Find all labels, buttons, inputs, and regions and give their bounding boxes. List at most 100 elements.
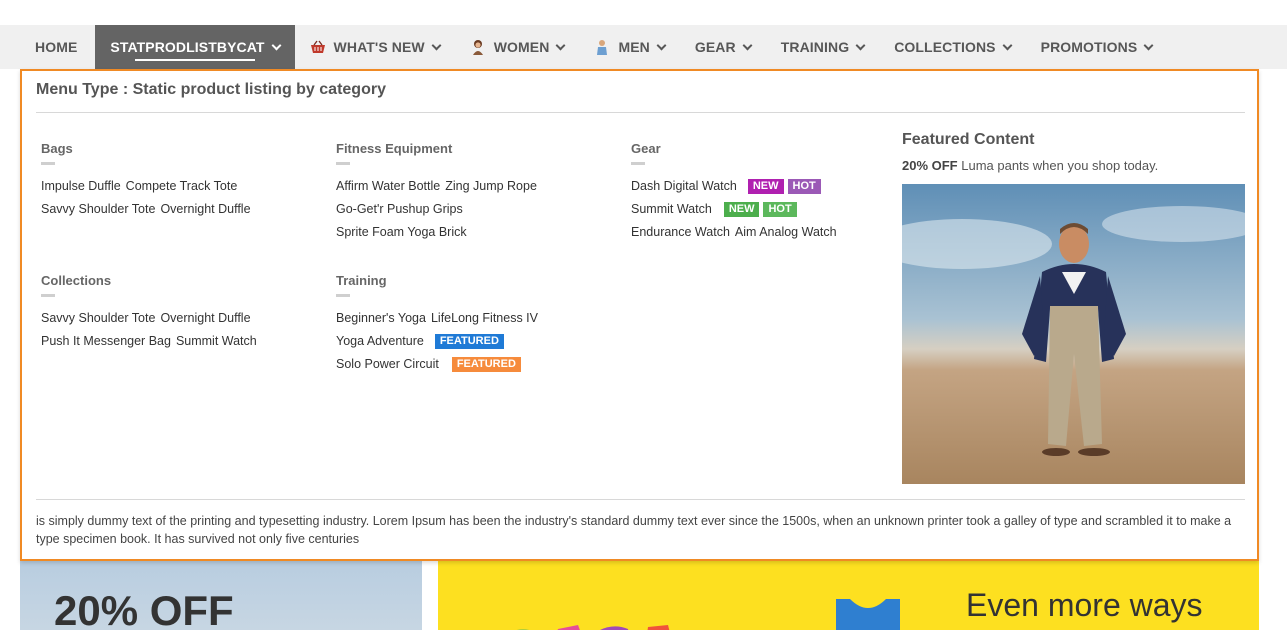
man-icon [597,40,608,55]
menu-footer-text: is simply dummy text of the printing and… [36,514,1232,546]
nav-men-label: MEN [618,39,650,55]
nav-home[interactable]: HOME [0,25,95,69]
product-link[interactable]: Go-Get'r Pushup Grips [336,202,463,217]
product-link[interactable]: Endurance Watch [631,225,730,240]
category-title-bar [336,162,350,165]
featured-image[interactable] [902,184,1245,484]
promo-banner-left[interactable]: 20% OFF [20,561,422,630]
chevron-down-icon [742,40,753,50]
product-link[interactable]: Overnight Duffle [160,311,250,326]
product-link[interactable]: Zing Jump Rope [445,179,537,194]
nav-gear-label: GEAR [694,39,736,55]
blue-tank-icon [836,599,900,630]
product-row: Savvy Shoulder Tote Overnight Duffle [41,202,256,225]
category-title[interactable]: Bags [41,141,256,156]
nav-women-label: WOMEN [493,39,550,55]
category-collections: Collections Savvy Shoulder Tote Overnigh… [41,273,262,357]
product-link[interactable]: Impulse Duffle [41,179,121,194]
category-fitness-equipment: Fitness Equipment Affirm Water Bottle Zi… [336,141,542,248]
product-row: Yoga Adventure FEATURED [336,334,543,357]
product-link[interactable]: Summit Watch [176,334,257,349]
tank-tops-illustration [516,625,670,630]
featured-description: Luma pants when you shop today. [957,158,1159,173]
chevron-down-icon [1002,40,1013,50]
featured-title: Featured Content [902,131,1035,148]
product-link[interactable]: Savvy Shoulder Tote [41,311,155,326]
nav-women[interactable]: WOMEN [455,25,580,69]
product-link[interactable]: Push It Messenger Bag [41,334,171,349]
nav-statprodlistbycat[interactable]: STATPRODLISTBYCAT [95,25,295,69]
product-row: Dash Digital Watch NEW HOT [631,179,842,202]
nav-collections-label: COLLECTIONS [894,39,996,55]
nav-training[interactable]: TRAINING [766,25,879,69]
promo-banner-left-text: 20% OFF [54,587,234,630]
product-link[interactable]: Beginner's Yoga [336,311,426,326]
basket-icon [310,40,325,53]
badge-hot: HOT [787,179,821,194]
product-link[interactable]: Overnight Duffle [160,202,250,217]
man-on-beach-photo [902,184,1245,484]
product-row: Go-Get'r Pushup Grips [336,202,542,225]
badge-new: NEW [723,202,760,217]
nav-training-label: TRAINING [780,39,850,55]
category-bags: Bags Impulse Duffle Compete Track Tote S… [41,141,256,225]
divider [36,499,1245,500]
nav-collections[interactable]: COLLECTIONS [879,25,1025,69]
promo-banner-right[interactable]: Even more ways [438,561,1259,630]
category-title[interactable]: Collections [41,273,262,288]
chevron-down-icon [555,40,566,50]
featured-highlight: 20% OFF [902,158,958,173]
nav-statprodlistbycat-label: STATPRODLISTBYCAT [110,39,265,55]
nav-whats-new[interactable]: WHAT'S NEW [295,25,455,69]
product-link[interactable]: Summit Watch [631,202,712,217]
category-title[interactable]: Training [336,273,543,288]
category-title-bar [41,294,55,297]
product-row: Endurance Watch Aim Analog Watch [631,225,842,248]
active-underline [135,59,255,61]
chevron-down-icon [431,40,442,50]
divider [36,112,1245,113]
category-training: Training Beginner's Yoga LifeLong Fitnes… [336,273,543,380]
badge-hot: HOT [763,202,797,217]
product-link[interactable]: Affirm Water Bottle [336,179,440,194]
category-title[interactable]: Fitness Equipment [336,141,542,156]
chevron-down-icon [271,40,281,50]
product-link[interactable]: Aim Analog Watch [735,225,837,240]
category-title[interactable]: Gear [631,141,842,156]
promo-banner-right-text: Even more ways [966,587,1203,623]
badge-new: NEW [747,179,784,194]
product-row: Summit Watch NEW HOT [631,202,842,225]
product-link[interactable]: Compete Track Tote [126,179,238,194]
chevron-down-icon [855,40,866,50]
category-gear: Gear Dash Digital Watch NEW HOT Summit W… [631,141,842,248]
product-row: Affirm Water Bottle Zing Jump Rope [336,179,542,202]
woman-icon [472,40,483,55]
category-title-bar [41,162,55,165]
badge-featured: FEATURED [434,334,504,349]
product-row: Sprite Foam Yoga Brick [336,225,542,248]
chevron-down-icon [656,40,667,50]
product-link[interactable]: Yoga Adventure [336,334,424,349]
product-row: Savvy Shoulder Tote Overnight Duffle [41,311,262,334]
nav-men[interactable]: MEN [579,25,679,69]
nav-whats-new-label: WHAT'S NEW [333,39,425,55]
product-link[interactable]: Savvy Shoulder Tote [41,202,155,217]
menu-type-heading: Menu Type : Static product listing by ca… [36,81,386,98]
category-title-bar [631,162,645,165]
product-link[interactable]: Dash Digital Watch [631,179,737,194]
nav-home-label: HOME [35,39,78,55]
category-title-bar [336,294,350,297]
featured-content: Featured Content 20% OFF Luma pants when… [902,131,1245,484]
nav-gear[interactable]: GEAR [680,25,766,69]
nav-promotions[interactable]: PROMOTIONS [1026,25,1168,69]
featured-text: 20% OFF Luma pants when you shop today. [902,158,1245,173]
product-row: Solo Power Circuit FEATURED [336,357,543,380]
product-link[interactable]: LifeLong Fitness IV [431,311,538,326]
product-row: Beginner's Yoga LifeLong Fitness IV [336,311,543,334]
product-link[interactable]: Sprite Foam Yoga Brick [336,225,467,240]
product-row: Push It Messenger Bag Summit Watch [41,334,262,357]
nav-promotions-label: PROMOTIONS [1040,39,1138,55]
mega-menu-dropdown: Menu Type : Static product listing by ca… [20,69,1259,561]
main-navigation: HOME STATPRODLISTBYCAT WHAT'S NEW WOMEN … [0,25,1287,69]
product-link[interactable]: Solo Power Circuit [336,357,439,372]
